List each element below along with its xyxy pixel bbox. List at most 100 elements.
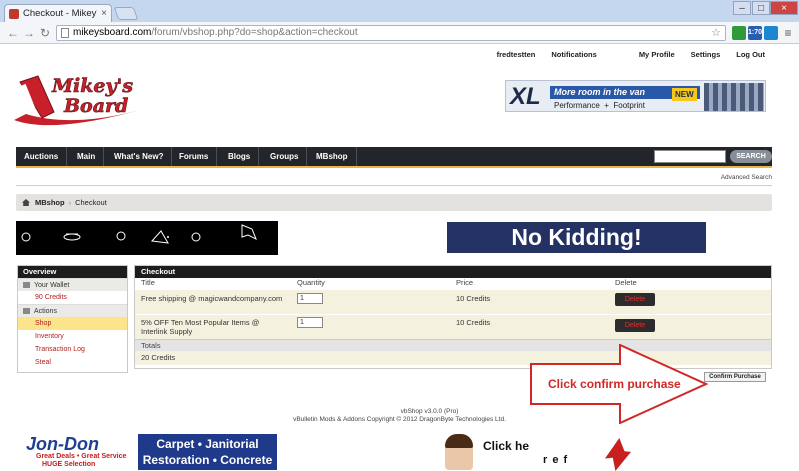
my-profile-link[interactable]: My Profile — [639, 50, 675, 59]
ad-perf: Performance — [554, 101, 600, 110]
wallet-section: Your Wallet — [18, 278, 127, 291]
item-title-line2: Interlink Supply — [141, 327, 193, 336]
main-navbar: Auctions Main What's New? Forums Blogs G… — [16, 147, 772, 168]
home-icon[interactable] — [22, 199, 30, 206]
tab-close-icon[interactable]: × — [101, 8, 107, 19]
logout-link[interactable]: Log Out — [736, 50, 765, 59]
click-here-ref: r e f — [543, 454, 569, 466]
logo-line2: Board — [63, 95, 128, 117]
actions-section: Actions — [18, 304, 127, 317]
url-path: /forum/vbshop.php?do=shop&action=checkou… — [151, 27, 358, 38]
sidebar-item-steal[interactable]: Steal — [18, 356, 127, 369]
username-link[interactable]: fredtestten — [497, 50, 536, 59]
quantity-input[interactable]: 1 — [297, 317, 323, 328]
ad-van-image — [704, 83, 764, 111]
breadcrumb-root[interactable]: MBshop — [35, 198, 65, 207]
item-title: Free shipping @ magicwandcompany.com — [141, 294, 283, 303]
sidebar-item-transaction-log[interactable]: Transaction Log — [18, 343, 127, 356]
actions-icon — [23, 308, 30, 314]
breadcrumb-separator-icon: › — [68, 198, 72, 207]
footer-version: vbShop v3.0.0 (Pro) — [400, 408, 459, 415]
confirm-purchase-button[interactable]: Confirm Purchase — [704, 372, 766, 382]
annotation-text: Click confirm purchase — [548, 377, 681, 391]
advanced-search-link[interactable]: Advanced Search — [721, 174, 772, 181]
browser-titlebar: Checkout - Mikey's Board × – □ × — [0, 0, 799, 22]
nav-forums[interactable]: Forums — [171, 147, 218, 166]
search-button[interactable]: SEARCH — [730, 150, 772, 163]
sidebar-item-shop[interactable]: Shop — [18, 317, 127, 330]
ad-brand: XL — [510, 83, 541, 110]
jondon-sub2: HUGE Selection — [42, 461, 96, 468]
carpet-ad[interactable]: Carpet • Janitorial Restoration • Concre… — [138, 434, 277, 470]
game-banner[interactable] — [16, 221, 278, 255]
nav-mbshop[interactable]: MBshop — [308, 147, 357, 166]
subnav-bar: Advanced Search — [16, 170, 772, 186]
jondon-ad[interactable]: Jon-Don Great Deals • Great Service HUGE… — [22, 434, 132, 470]
footer-copyright: vBulletin Mods & Addons Copyright © 2012… — [293, 416, 506, 423]
tab-title: Checkout - Mikey's Board — [23, 8, 97, 19]
notifications-link[interactable]: Notifications — [551, 50, 596, 59]
search-input[interactable] — [654, 150, 726, 163]
nav-auctions[interactable]: Auctions — [16, 147, 68, 166]
click-here-text: Click he — [483, 439, 530, 453]
col-quantity: Quantity — [297, 278, 325, 287]
extension-blue-icon[interactable] — [764, 26, 778, 40]
nav-whats-new[interactable]: What's New? — [106, 147, 173, 166]
wrench-menu-icon[interactable]: ≡ — [781, 26, 795, 40]
maximize-button[interactable]: □ — [752, 1, 770, 15]
sidebar-item-inventory[interactable]: Inventory — [18, 330, 127, 343]
table-row: 5% OFF Ten Most Popular Items @ Interlin… — [135, 314, 771, 339]
col-title: Title — [141, 278, 155, 287]
bookmark-star-icon[interactable]: ☆ — [711, 26, 721, 40]
close-window-button[interactable]: × — [770, 1, 798, 15]
top-advertisement[interactable]: XL More room in the van NEW Performance … — [505, 80, 766, 112]
extension-green-icon[interactable] — [732, 26, 746, 40]
ad-subline: Performance + Footprint — [554, 101, 645, 110]
userbar: fredtestten Notifications My Profile Set… — [497, 50, 765, 59]
ad-new-badge: NEW — [672, 88, 697, 101]
address-bar[interactable]: mikeysboard.com/forum/vbshop.php?do=shop… — [56, 25, 726, 41]
nav-blogs[interactable]: Blogs — [220, 147, 260, 166]
carpet-line2: Restoration • Concrete — [142, 453, 273, 467]
minimize-button[interactable]: – — [733, 1, 751, 15]
reload-button[interactable]: ↻ — [38, 26, 52, 40]
wallet-icon — [23, 282, 30, 288]
credits-balance: 90 Credits — [35, 294, 67, 301]
footer: vbShop v3.0.0 (Pro) vBulletin Mods & Add… — [0, 408, 799, 424]
site-logo[interactable]: Mikey's Board — [12, 68, 142, 138]
favicon-icon — [9, 8, 19, 19]
sidebar-header: Overview — [18, 266, 127, 278]
cursor-icon — [605, 438, 631, 471]
extension-badge-icon[interactable]: 1:70 — [748, 26, 762, 40]
wallet-label: Your Wallet — [34, 282, 70, 289]
jondon-sub1: Great Deals • Great Service — [36, 453, 127, 460]
col-delete: Delete — [615, 278, 637, 287]
new-tab-button[interactable] — [113, 7, 139, 20]
browser-toolbar: ← → ↻ mikeysboard.com/forum/vbshop.php?d… — [0, 22, 799, 44]
click-here-ad[interactable]: Click he r e f — [445, 432, 635, 471]
item-price: 10 Credits — [456, 318, 491, 327]
url-host: mikeysboard.com — [73, 27, 152, 38]
ad-footprint: Footprint — [613, 101, 645, 110]
breadcrumb: MBshop › Checkout — [16, 194, 772, 211]
delete-button[interactable]: Delete — [615, 319, 655, 332]
back-button[interactable]: ← — [6, 26, 20, 40]
browser-tab[interactable]: Checkout - Mikey's Board × — [4, 4, 112, 22]
actions-label: Actions — [34, 308, 57, 315]
col-price: Price — [456, 278, 474, 287]
logo-line1: Mikey's — [51, 75, 133, 97]
item-price: 10 Credits — [456, 294, 491, 303]
sidebar: Overview Your Wallet 90 Credits Actions … — [17, 265, 128, 373]
no-kidding-banner[interactable]: No Kidding! — [447, 222, 706, 253]
carpet-line1: Carpet • Janitorial — [156, 437, 259, 451]
checkout-header: Checkout — [135, 266, 771, 278]
nav-main[interactable]: Main — [69, 147, 105, 166]
item-title-line1: 5% OFF Ten Most Popular Items @ — [141, 318, 260, 327]
breadcrumb-current: Checkout — [75, 198, 107, 207]
checkout-columns: Title Quantity Price Delete — [135, 278, 771, 289]
delete-button[interactable]: Delete — [615, 293, 655, 306]
nav-groups[interactable]: Groups — [262, 147, 308, 166]
settings-link[interactable]: Settings — [691, 50, 721, 59]
quantity-input[interactable]: 1 — [297, 293, 323, 304]
forward-button[interactable]: → — [22, 26, 36, 40]
